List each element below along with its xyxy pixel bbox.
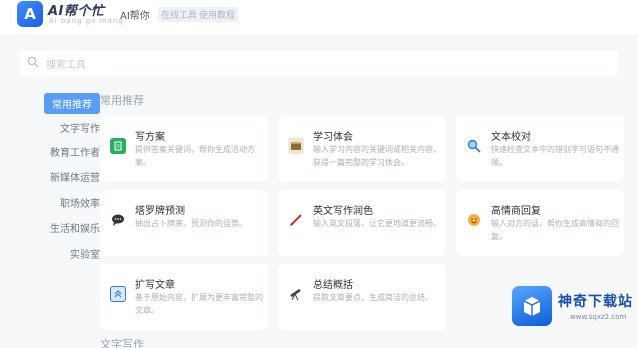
smile-icon [466, 212, 482, 228]
card-description: 提取文章要点，生成简洁的总结。 [313, 293, 433, 302]
expand-icon [110, 286, 126, 302]
plan-icon [110, 138, 126, 154]
card-description: 抽出占卜牌来，预测你的运势。 [135, 219, 247, 228]
telescope-icon [288, 286, 304, 302]
card-title: 高情商回复 [491, 206, 541, 217]
search-icon [27, 56, 39, 68]
card-title: 英文写作润色 [313, 206, 373, 217]
watermark-cube-icon [512, 286, 552, 326]
card-description: 基于原始内容，扩展为更丰富完整的文章。 [135, 293, 263, 315]
brand-tag: AI帮你 [120, 11, 150, 22]
book-icon [288, 138, 304, 154]
site-watermark: 神奇下载站 www.sqxz2.com [512, 286, 634, 326]
card-description: 输入英文段落，让它更地道更流畅。 [313, 219, 441, 228]
speech-icon [110, 212, 126, 228]
card-title: 文本校对 [491, 132, 531, 143]
card-title: 扩写文章 [135, 280, 175, 291]
tool-card-plan[interactable]: 写方案 提供答案关键词，帮你生成活动方案。 [100, 116, 268, 182]
card-description: 输入对方的话，帮你生成高情商的回复。 [491, 219, 619, 241]
pen-icon [288, 212, 304, 228]
logo-subtitle: Ai bang ge mang [49, 17, 124, 25]
search-input[interactable]: 搜索工具 [46, 56, 86, 71]
sidebar-item-writing[interactable]: 文字写作 [60, 120, 100, 135]
sidebar-item-workplace[interactable]: 职场效率 [60, 195, 100, 210]
section-title-writing: 文字写作 [100, 338, 144, 348]
tool-card-study-notes[interactable]: 学习体会 输入学习内容的关键词或相关内容，获得一篇完整的学习体会。 [278, 116, 446, 182]
card-description: 快速检查文本中的错别字与语句不通顺。 [491, 145, 619, 167]
tool-card-summary[interactable]: 总结概括 提取文章要点，生成简洁的总结。 [278, 264, 446, 330]
card-title: 学习体会 [313, 132, 353, 143]
section-title: 常用推荐 [100, 94, 144, 107]
card-title: 写方案 [135, 132, 165, 143]
search-bar[interactable]: 搜索工具 [20, 50, 618, 76]
tool-card-proofread[interactable]: 文本校对 快速检查文本中的错别字与语句不通顺。 [456, 116, 624, 182]
sidebar-item-lab[interactable]: 实验室 [70, 246, 100, 261]
logo-badge[interactable]: A [17, 1, 43, 27]
card-title: 总结概括 [313, 280, 353, 291]
card-description: 输入学习内容的关键词或相关内容，获得一篇完整的学习体会。 [313, 145, 441, 167]
top-link-tools[interactable]: 在线工具 [158, 7, 201, 22]
tool-card-eq-reply[interactable]: 高情商回复 输入对方的话，帮你生成高情商的回复。 [456, 190, 624, 256]
watermark-url: www.sqxz2.com [570, 313, 627, 321]
card-description: 提供答案关键词，帮你生成活动方案。 [135, 145, 255, 167]
watermark-title: 神奇下载站 [558, 294, 633, 310]
app-window: A AI帮个忙 Ai bang ge mang AI帮你 在线工具 使用教程 搜… [0, 0, 638, 348]
card-title: 塔罗牌预测 [135, 206, 185, 217]
top-link-tutorial[interactable]: 使用教程 [196, 7, 239, 22]
sidebar-item-new-media[interactable]: 新媒体运营 [50, 169, 100, 184]
tool-card-english-polish[interactable]: 英文写作润色 输入英文段落，让它更地道更流畅。 [278, 190, 446, 256]
sidebar-item-education[interactable]: 教育工作者 [50, 144, 100, 159]
magnifier-icon [466, 138, 482, 154]
sidebar-item-life[interactable]: 生活和娱乐 [50, 220, 100, 235]
tool-card-tarot[interactable]: 塔罗牌预测 抽出占卜牌来，预测你的运势。 [100, 190, 268, 256]
tool-card-expand[interactable]: 扩写文章 基于原始内容，扩展为更丰富完整的文章。 [100, 264, 268, 330]
sidebar-item-recommended[interactable]: 常用推荐 [44, 93, 100, 114]
top-bar: A AI帮个忙 Ai bang ge mang AI帮你 在线工具 使用教程 [0, 0, 638, 34]
